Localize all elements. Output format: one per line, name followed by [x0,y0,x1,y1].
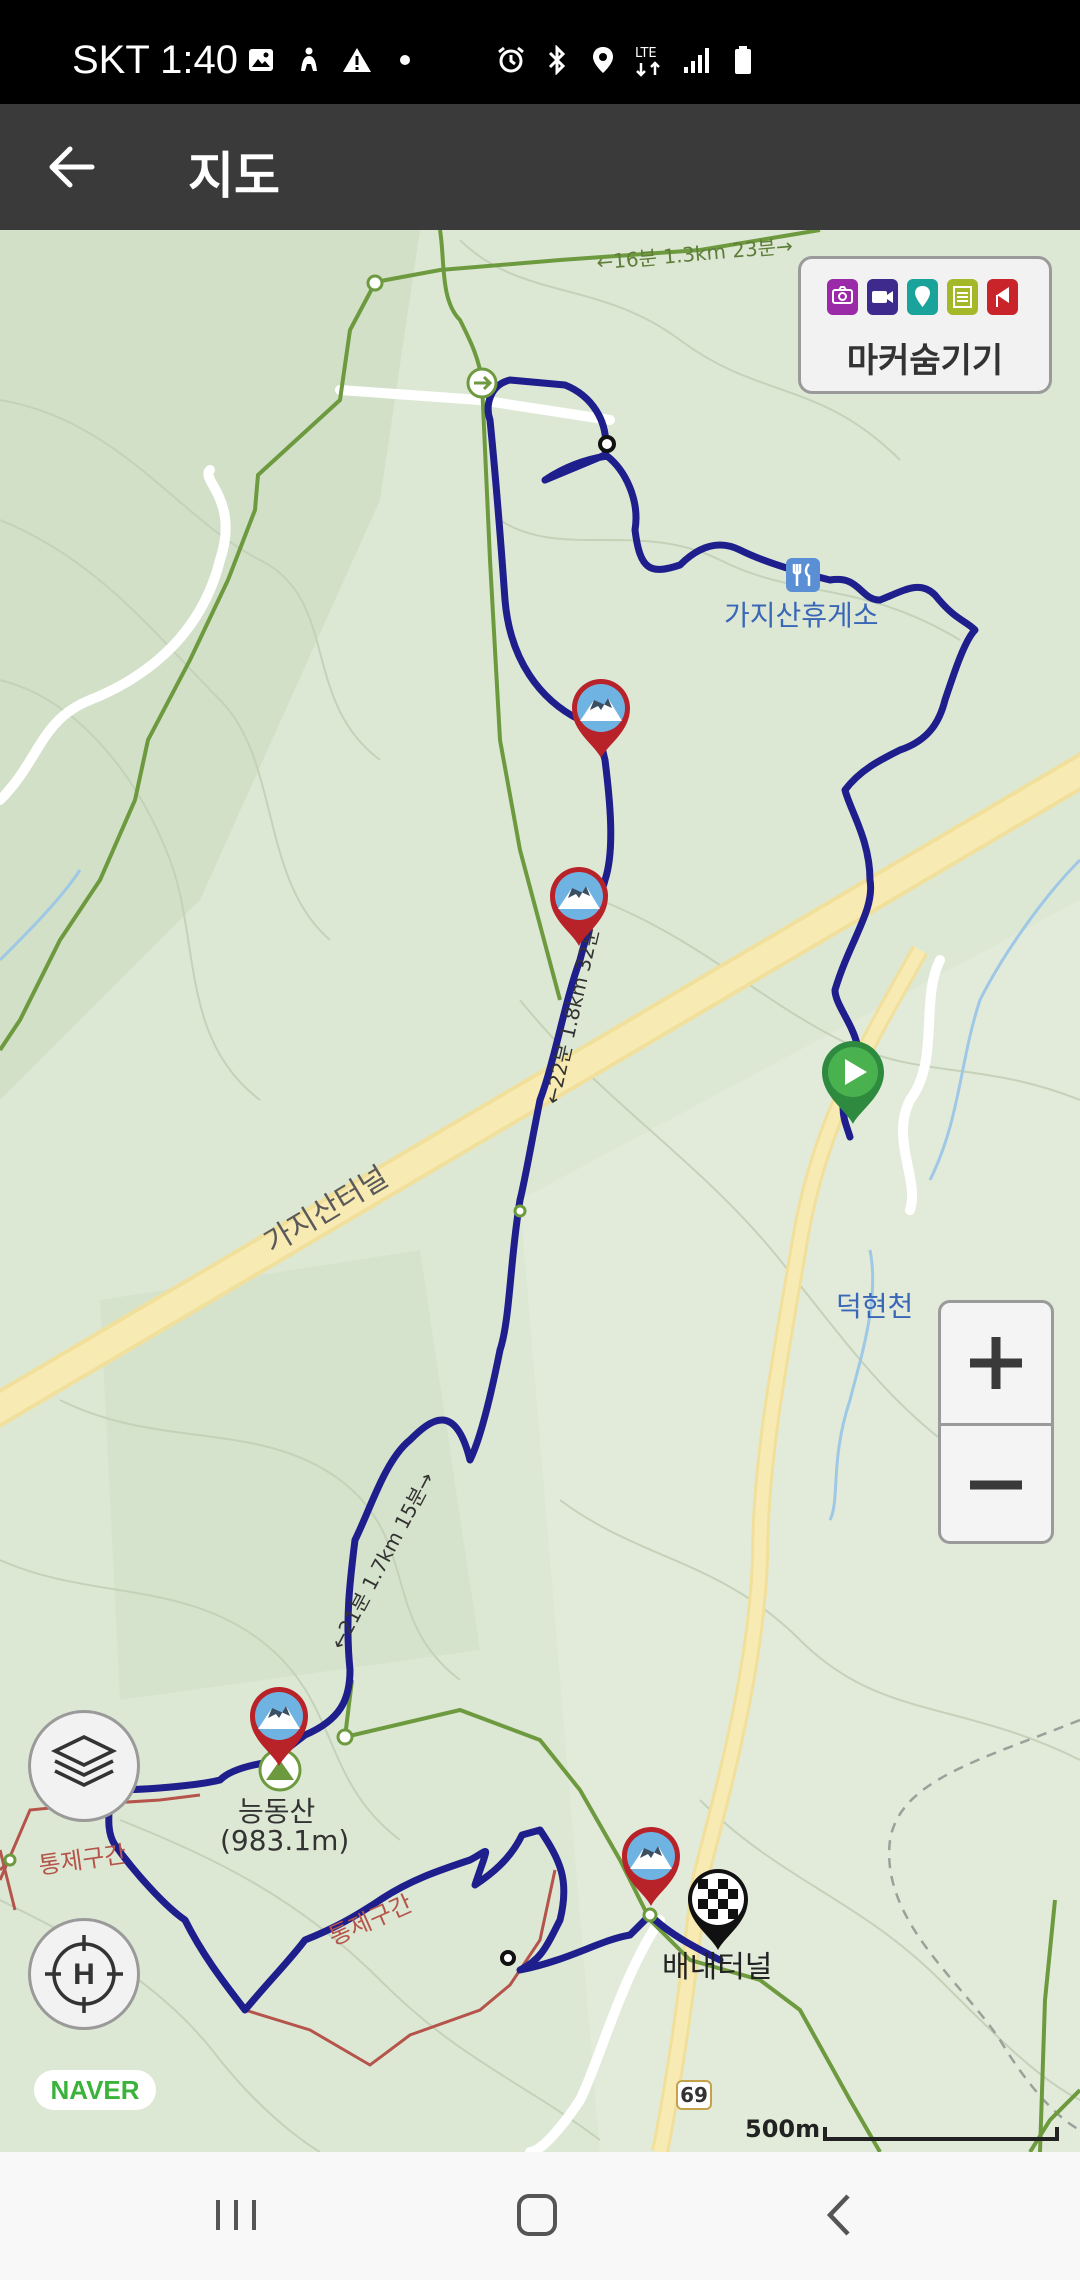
dot-icon [389,44,421,76]
marker-hide-button[interactable]: 마커숨기기 [798,256,1052,394]
bluetooth-icon [541,44,573,76]
road-number-badge: 69 [676,2080,712,2110]
camera-icon [827,279,858,315]
svg-text:LTE: LTE [635,46,657,61]
scale-bar: 500m [745,2115,1065,2145]
warning-icon [341,44,373,76]
back-chevron-icon [826,2194,850,2236]
page-title: 지도 [188,147,280,205]
target-h-icon: H [45,1935,123,2013]
photo-marker[interactable] [618,1824,684,1912]
nav-back-button[interactable] [800,2180,880,2250]
alarm-icon [495,44,527,76]
status-bar: SKT 1:40 LTE [0,0,1080,104]
zoom-controls [938,1300,1054,1544]
naver-logo: NAVER [34,2070,156,2110]
battery-icon [727,44,759,76]
photo-marker[interactable] [546,864,612,952]
photo-marker[interactable] [568,676,634,764]
system-nav-bar [0,2152,1080,2280]
arrow-left-icon [49,146,95,188]
location-pin-icon [907,279,938,315]
accessibility-icon [293,44,325,76]
peak-height-label: (983.1m) [220,1824,350,1857]
location-icon [587,44,619,76]
back-button[interactable] [40,134,106,200]
home-location-button[interactable]: H [28,1918,140,2030]
signal-icon [681,44,713,76]
lte-icon: LTE [633,44,667,77]
rest-area-label: 가지산휴게소 [724,599,879,632]
minus-icon [970,1480,1022,1490]
start-marker[interactable] [818,1038,888,1130]
home-button[interactable] [497,2180,577,2250]
plus-icon [970,1337,1022,1389]
photo-marker[interactable] [246,1684,312,1772]
home-icon [517,2194,557,2236]
app-bar: 지도 [0,104,1080,230]
finish-marker[interactable] [684,1866,752,1956]
zoom-out-button[interactable] [941,1426,1051,1544]
gallery-icon [245,44,277,76]
zoom-in-button[interactable] [941,1303,1051,1423]
recent-apps-button[interactable] [196,2180,276,2250]
video-icon [867,279,898,315]
layers-icon [50,1735,118,1787]
svg-text:H: H [73,1958,95,1991]
recent-apps-icon [216,2200,256,2230]
layers-button[interactable] [28,1710,140,1822]
flag-icon [987,279,1018,315]
restaurant-icon [786,558,820,592]
stream-label: 덕현천 [836,1290,914,1323]
marker-hide-label: 마커숨기기 [846,341,1004,381]
status-time: SKT 1:40 [72,38,239,82]
notepad-icon [947,279,978,315]
map-view[interactable]: 가지산휴게소 가지산터널 덕현천 능동산 (983.1m) 배내터널 통제구간 … [0,230,1080,2152]
